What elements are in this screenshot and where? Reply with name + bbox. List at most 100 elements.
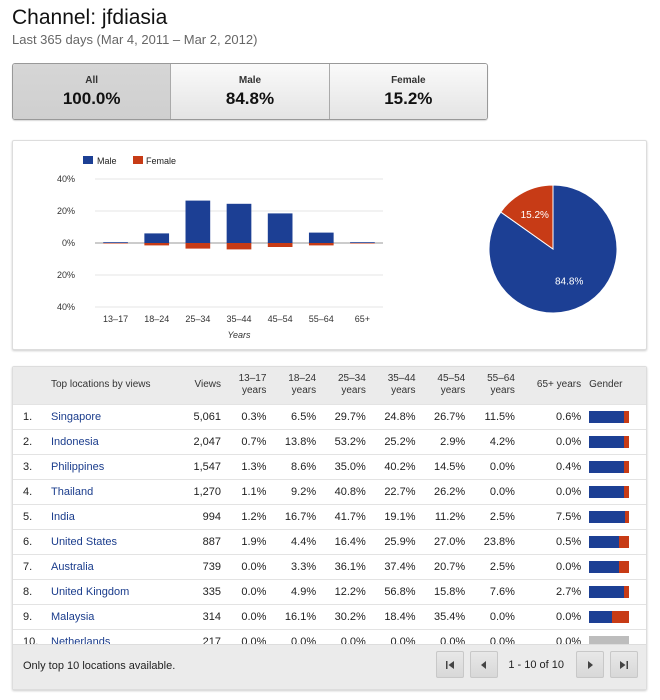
segment-female[interactable]: Female 15.2% [328,64,487,119]
row-age-pct: 6.5% [291,410,317,423]
country-link[interactable]: Singapore [51,404,173,429]
row-age-pct: 25.9% [384,535,416,548]
header-age[interactable]: 65+ years [519,367,585,404]
x-tick-label: 25–34 [185,314,210,324]
table-header-row: Top locations by views Views 13–17 years… [13,367,646,404]
header-gender[interactable]: Gender [585,367,646,404]
gender-segment-control: All 100.0% Male 84.8% Female 15.2% [12,63,488,120]
chart-panel: Male Female 40% 20% 0% 20% 40% 13–17 18–24 25–34 3… [12,140,647,350]
gender-bar [589,585,630,598]
last-page-button[interactable] [610,651,638,678]
row-age-pct: 12.2% [334,585,366,598]
header-age[interactable]: 13–17 years [225,367,270,404]
segment-all[interactable]: All 100.0% [13,64,171,119]
row-views: 887 [202,535,221,548]
row-rank: 2. [23,435,33,448]
row-rank: 7. [23,560,33,573]
row-age-pct: 40.2% [384,460,416,473]
gender-bar-female [625,510,630,523]
gender-bar-male [589,510,626,523]
row-age-pct: 0.3% [241,410,267,423]
header-age[interactable]: 55–64 years [469,367,519,404]
next-page-icon [588,660,593,669]
header-views[interactable]: Views [173,367,225,404]
row-rank: 6. [23,535,33,548]
country-link[interactable]: India [51,504,173,529]
row-age-pct: 4.2% [489,435,515,448]
segment-label: Female [391,75,426,86]
segment-value: 84.8% [225,89,275,108]
row-age-pct: 1.1% [241,485,267,498]
row-age-pct: 4.9% [291,585,317,598]
page-title: Channel: jfdiasia [12,6,168,29]
row-age-pct: 0.4% [556,460,582,473]
x-tick-label: 35–44 [226,314,251,324]
row-age-pct: 37.4% [384,560,416,573]
row-age-pct: 1.3% [241,460,267,473]
segment-male[interactable]: Male 84.8% [170,64,329,119]
country-link[interactable]: Philippines [51,454,173,479]
gender-bar [589,410,630,423]
next-page-button[interactable] [576,651,604,678]
legend-swatch-male [83,156,93,164]
country-link[interactable]: United States [51,529,173,554]
pagination: 1 - 10 of 10 [430,651,638,678]
country-link[interactable]: Malaysia [51,604,173,629]
gender-bar-male [589,460,625,473]
gender-bar-female [624,585,630,598]
prev-page-button[interactable] [470,651,499,678]
country-link[interactable]: Indonesia [51,429,173,454]
row-views: 314 [202,610,221,623]
row-rank: 4. [23,485,33,498]
row-rank: 3. [23,460,33,473]
row-age-pct: 0.5% [556,535,582,548]
bar-male [308,232,334,243]
country-link[interactable]: Thailand [51,479,173,504]
row-age-pct: 0.0% [489,485,515,498]
last-page-icon [620,660,628,669]
header-location[interactable]: Top locations by views [51,367,173,404]
first-page-button[interactable] [436,651,465,678]
row-gender-bar [585,604,646,629]
header-age[interactable]: 25–34 years [320,367,370,404]
row-age-pct: 3.3% [291,560,317,573]
row-age-pct: 53.2% [334,435,366,448]
row-age-pct: 0.0% [556,485,582,498]
header-age[interactable]: 35–44 years [370,367,420,404]
bar-female [103,243,128,244]
row-gender-bar [585,454,646,479]
y-tick-label: 20% [57,206,75,216]
bar-female [267,243,293,247]
country-link[interactable]: United Kingdom [51,579,173,604]
bar-male [144,233,170,243]
row-age-pct: 1.2% [241,510,267,523]
bar-male [267,213,293,243]
gender-bar-female [624,435,630,448]
header-age[interactable]: 45–54 years [420,367,470,404]
gender-bar [589,460,630,473]
gender-bar-male [589,410,624,423]
legend-swatch-female [133,156,143,164]
row-age-pct: 25.2% [384,435,416,448]
locations-table-panel: Top locations by views Views 13–17 years… [12,366,647,690]
gender-bar [589,560,630,573]
row-views: 994 [202,510,221,523]
country-link[interactable]: Australia [51,554,173,579]
row-rank: 5. [23,510,33,523]
header-age[interactable]: 18–24 years [270,367,320,404]
row-age-pct: 36.1% [334,560,366,573]
gender-bar [589,510,630,523]
row-age-pct: 40.8% [334,485,366,498]
gender-bar-male [589,435,625,448]
table-row: 3. Philippines 1,547 1.3% 8.6% 35.0% 40.2% 14.5… [13,454,646,479]
gender-bar-female [624,460,630,473]
table-row: 5. India 994 1.2% 16.7% 41.7% 19.1% 11.2% 2.5% 7.… [13,504,646,529]
row-age-pct: 7.6% [489,585,515,598]
legend-label-male: Male [97,156,117,166]
gender-bar-female [612,610,630,623]
gender-bar-male [589,485,625,498]
row-age-pct: 4.4% [291,535,317,548]
x-tick-label: 55–64 [309,314,334,324]
row-views: 1,270 [193,485,221,498]
row-age-pct: 18.4% [384,610,416,623]
